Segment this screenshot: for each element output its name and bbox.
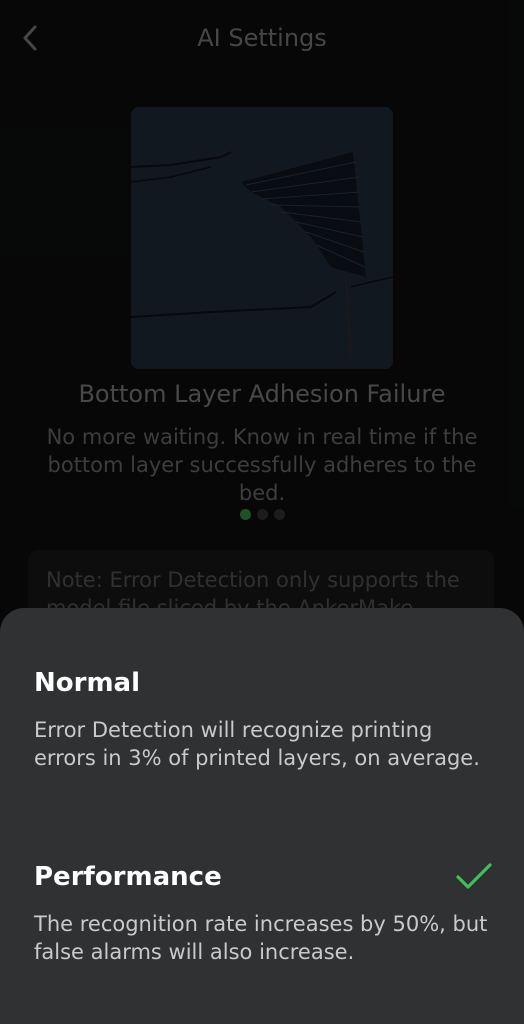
page-title: AI Settings (197, 24, 327, 52)
header: AI Settings (0, 0, 524, 80)
carousel-dot[interactable] (239, 509, 251, 520)
carousel-dot[interactable] (273, 509, 285, 520)
feature-title: Bottom Layer Adhesion Failure (78, 380, 446, 408)
option-title: Performance (34, 862, 222, 892)
checkmark-icon (454, 860, 494, 892)
option-description: The recognition rate increases by 50%, b… (34, 912, 488, 964)
option-performance[interactable]: Performance The recognition rate increas… (34, 862, 494, 966)
carousel-indicator[interactable] (0, 509, 524, 520)
feature-description: No more waiting. Know in real time if th… (46, 425, 478, 505)
carousel-dot[interactable] (256, 509, 268, 520)
feature-image (131, 107, 393, 369)
option-title: Normal (34, 668, 140, 698)
option-normal[interactable]: Normal Error Detection will recognize pr… (34, 668, 494, 772)
option-description: Error Detection will recognize printing … (34, 718, 480, 770)
print-failure-image (131, 107, 393, 369)
